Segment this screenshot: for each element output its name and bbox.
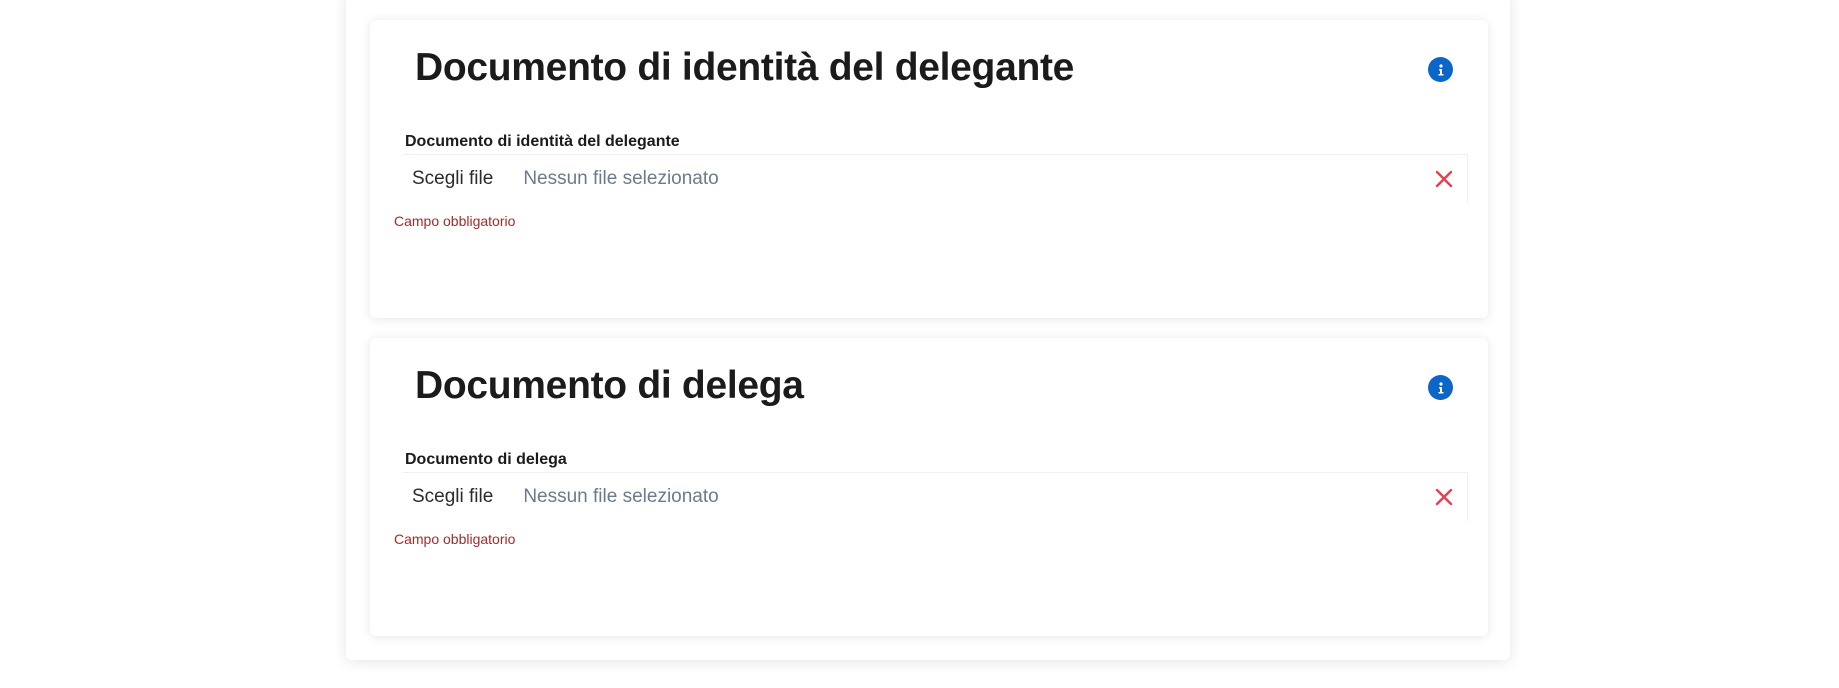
info-icon[interactable]: [1428, 57, 1453, 82]
info-icon[interactable]: [1428, 375, 1453, 400]
close-icon[interactable]: [1434, 487, 1454, 507]
file-status-text: Nessun file selezionato: [523, 168, 719, 189]
identity-document-card: Documento di identità del delegante Docu…: [370, 20, 1488, 318]
choose-file-button[interactable]: Scegli file: [412, 486, 493, 508]
file-status-text: Nessun file selezionato: [523, 486, 719, 507]
field-label: Documento di identità del delegante: [405, 133, 680, 150]
delegation-document-card: Documento di delega Documento di delega …: [370, 338, 1488, 636]
file-input[interactable]: Scegli file Nessun file selezionato: [403, 472, 1468, 521]
section-title: Documento di identità del delegante: [415, 46, 1075, 89]
close-icon[interactable]: [1434, 169, 1454, 189]
section-title: Documento di delega: [415, 364, 804, 407]
error-message: Campo obbligatorio: [394, 531, 516, 547]
field-label: Documento di delega: [405, 451, 567, 468]
error-message: Campo obbligatorio: [394, 213, 516, 229]
choose-file-button[interactable]: Scegli file: [412, 168, 493, 190]
info-glyph: [1438, 381, 1443, 393]
file-input[interactable]: Scegli file Nessun file selezionato: [403, 154, 1468, 203]
info-glyph: [1438, 63, 1443, 75]
